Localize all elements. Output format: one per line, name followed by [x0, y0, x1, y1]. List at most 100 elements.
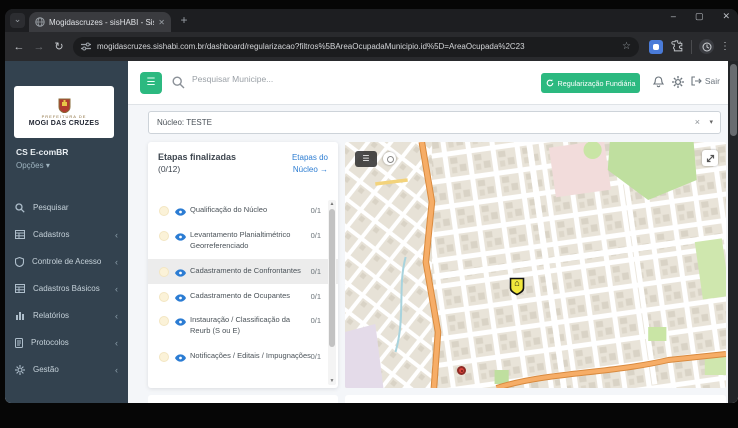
- sidebar-item-cadastros-basicos[interactable]: Cadastros Básicos ‹: [5, 275, 128, 302]
- etapa-label: Levantamento Planialtimétrico Georrefere…: [190, 230, 312, 252]
- etapa-list-item[interactable]: Qualificação do Núcleo 0/1: [148, 198, 338, 223]
- user-name: CS E-comBR: [16, 147, 68, 157]
- window-controls: – ▢ ✕: [671, 11, 730, 22]
- file-icon: [15, 338, 23, 348]
- etapa-list-item[interactable]: Levantamento Planialtimétrico Georrefere…: [148, 223, 338, 259]
- sidebar-item-protocolos[interactable]: Protocolos ‹: [5, 329, 128, 356]
- maximize-icon[interactable]: ▢: [695, 11, 704, 22]
- sign-out-icon: [691, 76, 702, 86]
- municipe-search-input[interactable]: [192, 74, 412, 84]
- table-icon: [15, 230, 25, 239]
- link-text: Etapas do: [292, 153, 328, 162]
- etapa-label: Instauração / Classificação da Reurb (S …: [190, 315, 312, 337]
- scrollbar-thumb[interactable]: [329, 209, 335, 347]
- etapa-count: 0/1: [311, 316, 321, 325]
- etapa-count: 0/1: [311, 206, 321, 215]
- browser-menu-icon[interactable]: ⋮: [720, 41, 730, 52]
- status-badge: [159, 316, 169, 326]
- minimize-icon[interactable]: –: [671, 11, 676, 22]
- status-badge: [159, 292, 169, 302]
- tab-close-icon[interactable]: ✕: [158, 18, 165, 27]
- regularizacao-fundiaria-button[interactable]: Regularização Fundiária: [541, 73, 640, 93]
- eye-icon[interactable]: [175, 318, 186, 326]
- reload-icon[interactable]: ↻: [49, 40, 69, 53]
- expand-diagonal-icon: [706, 154, 715, 163]
- eye-icon[interactable]: [175, 294, 186, 302]
- sidebar-item-cadastros[interactable]: Cadastros ‹: [5, 221, 128, 248]
- map-marker-yellow[interactable]: ⌂: [509, 277, 525, 296]
- new-tab-button[interactable]: +: [177, 13, 191, 27]
- extension-icon[interactable]: [649, 40, 663, 54]
- map-fullscreen-button[interactable]: [702, 150, 718, 166]
- map-view[interactable]: ☰: [345, 142, 726, 388]
- chevron-left-icon: ‹: [115, 365, 118, 375]
- browser-tab[interactable]: Mogidascruzes - sisHABI - Sis ✕: [29, 12, 171, 32]
- bookmark-star-icon[interactable]: ☆: [622, 41, 631, 52]
- etapa-list-item[interactable]: Cadastramento de Ocupantes 0/1: [148, 284, 338, 309]
- arrow-right-icon: →: [320, 165, 328, 174]
- scroll-up-icon[interactable]: ▲: [328, 201, 336, 207]
- map-tiles: [345, 142, 726, 388]
- etapa-list-item[interactable]: Cadastramento de Confrontantes 0/1: [148, 259, 338, 284]
- sidebar-toggle-button[interactable]: ☰: [140, 72, 162, 94]
- close-icon[interactable]: ✕: [722, 11, 730, 22]
- link-text: Núcleo: [293, 165, 318, 174]
- table-icon: [15, 284, 25, 293]
- nucleo-filter-select[interactable]: Núcleo: TESTE × ▾: [148, 111, 721, 134]
- profile-avatar[interactable]: [699, 39, 714, 54]
- dashboard-content: Núcleo: TESTE × ▾ Etapas finalizadas (0/…: [128, 105, 728, 403]
- etapas-finalizadas-card: Etapas finalizadas (0/12) Etapas do Núcl…: [148, 142, 338, 388]
- eye-icon[interactable]: [175, 233, 186, 241]
- url-text[interactable]: mogidascruzes.sishabi.com.br/dashboard/r…: [97, 42, 616, 51]
- etapa-count: 0/1: [311, 292, 321, 301]
- etapa-count: 0/1: [311, 231, 321, 240]
- eye-icon[interactable]: [175, 269, 186, 277]
- municipality-logo-card: PREFEITURA DE MOGI DAS CRUZES: [14, 86, 114, 138]
- tab-search-button[interactable]: ⌄: [10, 13, 25, 28]
- clear-selection-icon[interactable]: ×: [695, 117, 700, 127]
- sidebar-item-gestao[interactable]: Gestão ‹: [5, 356, 128, 383]
- page-scrollbar-thumb[interactable]: [730, 64, 737, 136]
- etapa-label: Cadastramento de Confrontantes: [190, 266, 312, 277]
- etapas-card-header: Etapas finalizadas (0/12) Etapas do Núcl…: [148, 142, 338, 180]
- nucleo-selected-value: Núcleo: TESTE: [157, 118, 212, 127]
- logout-button[interactable]: Sair: [691, 76, 720, 86]
- eye-icon[interactable]: [175, 208, 186, 216]
- page-scrollbar[interactable]: [728, 61, 738, 403]
- eye-icon[interactable]: [175, 354, 186, 362]
- map-layers-button[interactable]: ☰: [355, 151, 377, 167]
- etapa-label: Cadastramento de Ocupantes: [190, 291, 312, 302]
- settings-gear-icon[interactable]: [672, 76, 684, 88]
- map-marker-red[interactable]: [457, 366, 466, 375]
- options-label: Opções: [16, 161, 44, 170]
- sidebar-item-label: Protocolos: [31, 338, 107, 347]
- app-root: PREFEITURA DE MOGI DAS CRUZES CS E-comBR…: [5, 61, 738, 403]
- forward-icon[interactable]: →: [29, 41, 49, 53]
- map-locate-button[interactable]: [383, 152, 396, 165]
- sidebar-item-label: Relatórios: [33, 311, 107, 320]
- etapas-do-nucleo-link[interactable]: Etapas do Núcleo →: [292, 152, 328, 176]
- back-icon[interactable]: ←: [9, 41, 29, 53]
- user-options-dropdown[interactable]: Opções ▾: [16, 161, 50, 170]
- extensions-puzzle-icon[interactable]: [671, 40, 684, 53]
- etapa-list-item[interactable]: Notificações / Editais / Impugnações 0/1: [148, 344, 338, 369]
- etapa-label: Notificações / Editais / Impugnações: [190, 351, 312, 362]
- sidebar-item-pesquisar[interactable]: Pesquisar: [5, 194, 128, 221]
- status-badge: [159, 352, 169, 362]
- sidebar-item-label: Controle de Acesso: [32, 257, 107, 266]
- sidebar-item-label: Gestão: [33, 365, 107, 374]
- etapa-list-item[interactable]: Instauração / Classificação da Reurb (S …: [148, 308, 338, 344]
- chevron-left-icon: ‹: [115, 311, 118, 321]
- scroll-down-icon[interactable]: ▼: [328, 378, 336, 384]
- site-info-icon[interactable]: [81, 42, 91, 51]
- sidebar-item-controle-de-acesso[interactable]: Controle de Acesso ‹: [5, 248, 128, 275]
- etapa-count: 0/1: [311, 267, 321, 276]
- address-bar[interactable]: mogidascruzes.sishabi.com.br/dashboard/r…: [73, 37, 639, 57]
- caret-down-icon[interactable]: ▾: [709, 118, 713, 126]
- toolbar-divider: [691, 40, 692, 54]
- chevron-left-icon: ‹: [115, 257, 118, 267]
- notifications-bell-icon[interactable]: [653, 76, 664, 88]
- etapas-scrollbar[interactable]: ▲ ▼: [328, 200, 336, 385]
- logo-name: MOGI DAS CRUZES: [29, 120, 100, 127]
- sidebar-item-relatorios[interactable]: Relatórios ‹: [5, 302, 128, 329]
